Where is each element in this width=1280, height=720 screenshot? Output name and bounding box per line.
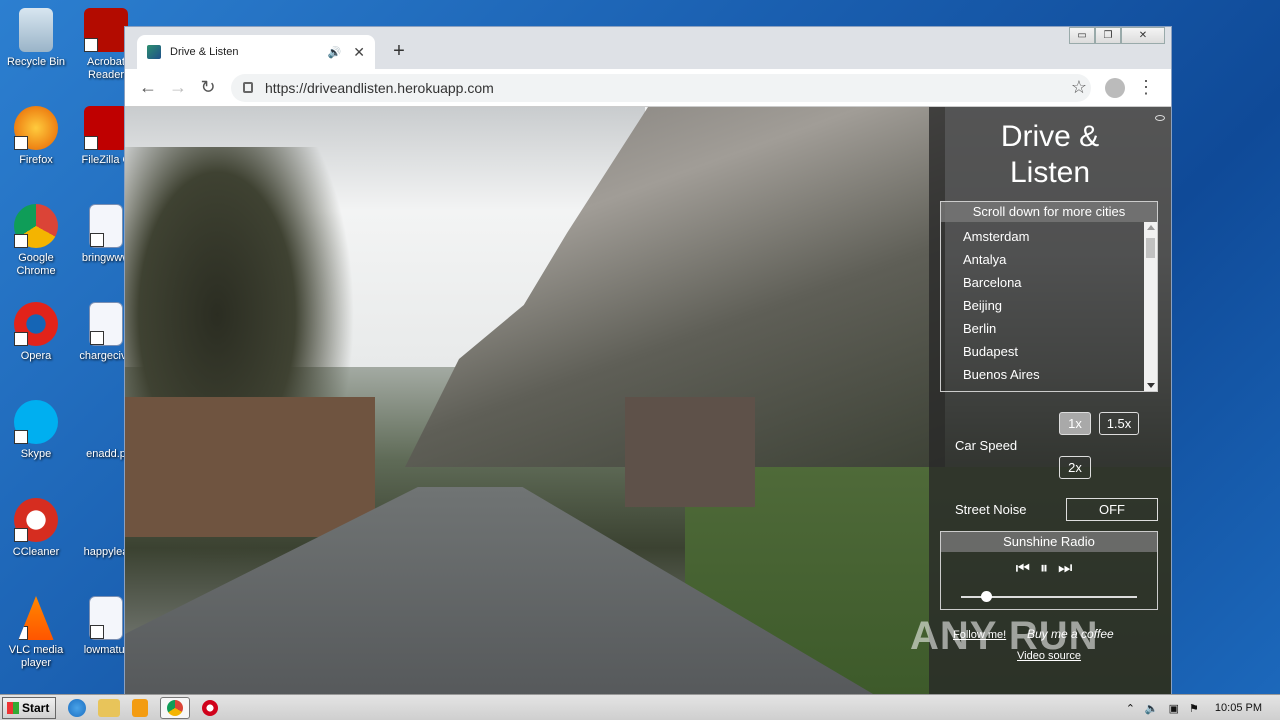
url-field[interactable]: https://driveandlisten.herokuapp.com xyxy=(231,73,1091,102)
desktop-icon-label: CCleaner xyxy=(12,546,60,558)
opera-icon xyxy=(14,302,58,346)
radio-controls: ⏮⏸⏭ xyxy=(941,560,1157,578)
system-tray: ⌃ 🔈 ▣ ⚑ 10:05 PM xyxy=(1126,695,1280,720)
action-center-flag-icon[interactable]: ⚑ xyxy=(1189,702,1199,715)
browser-window: Drive & Listen 🔊 ✕ + ▭ ❐ ✕ ← → ↻ https:/… xyxy=(124,26,1172,695)
desktop-icon-label: Recycle Bin xyxy=(6,56,66,68)
desktop-icon-ccleaner[interactable]: CCleaner xyxy=(0,498,72,559)
file-explorer-icon[interactable] xyxy=(98,698,120,717)
desktop-icon-label: Firefox xyxy=(19,154,53,166)
city-item[interactable]: Beijing xyxy=(963,294,1157,317)
minimize-button[interactable]: ▭ xyxy=(1069,27,1095,44)
chrome-icon xyxy=(14,204,58,248)
desktop-icon-label: Google Chrome xyxy=(16,252,56,277)
street-noise-toggle[interactable]: OFF xyxy=(1066,498,1158,521)
media-player-icon[interactable] xyxy=(132,698,148,717)
word-doc-icon xyxy=(89,596,123,640)
desktop-icon-recycle-bin[interactable]: Recycle Bin xyxy=(0,8,72,69)
city-list-scrollbar[interactable] xyxy=(1144,222,1157,391)
firefox-icon xyxy=(14,106,58,150)
speaker-icon[interactable]: 🔊 xyxy=(328,46,342,59)
new-tab-button[interactable]: + xyxy=(387,39,411,63)
opera-taskbar-icon[interactable] xyxy=(202,699,218,716)
chrome-icon xyxy=(167,699,183,716)
next-station-icon[interactable]: ⏭ xyxy=(1058,560,1082,577)
desktop-icon-firefox[interactable]: Firefox xyxy=(0,106,72,167)
file-icon xyxy=(84,498,128,542)
skype-icon xyxy=(14,400,58,444)
desktop-icon-label: VLC media player xyxy=(8,644,64,669)
chrome-taskbar-button[interactable] xyxy=(160,696,190,719)
city-list-header: Scroll down for more cities xyxy=(941,202,1157,222)
desktop-icon-opera[interactable]: Opera xyxy=(0,302,72,363)
city-item[interactable]: Antalya xyxy=(963,248,1157,271)
url-text: https://driveandlisten.herokuapp.com xyxy=(265,79,494,96)
forward-button[interactable]: → xyxy=(163,77,193,98)
recycle-bin-icon xyxy=(19,8,53,52)
street-video-view: Drive & Listen Scroll down for more citi… xyxy=(125,107,1171,695)
radio-player: Sunshine Radio ⏮⏸⏭ xyxy=(940,531,1158,610)
tab-close-icon[interactable]: ✕ xyxy=(353,44,365,61)
back-button[interactable]: ← xyxy=(133,77,163,98)
city-item[interactable]: Buenos Aires xyxy=(963,363,1157,386)
desktop-icon-vlc[interactable]: VLC media player xyxy=(0,596,72,670)
tab-bar: Drive & Listen 🔊 ✕ + ▭ ❐ ✕ xyxy=(125,27,1171,69)
tab-title: Drive & Listen xyxy=(170,46,239,58)
bookmark-star-icon[interactable]: ☆ xyxy=(1071,77,1087,98)
scroll-thumb[interactable] xyxy=(1146,238,1155,258)
word-doc-icon xyxy=(89,204,123,248)
scene-house xyxy=(125,397,375,537)
pause-icon[interactable]: ⏸ xyxy=(1040,560,1058,577)
desktop-icon-skype[interactable]: Skype xyxy=(0,400,72,461)
desktop-icon-chrome[interactable]: Google Chrome xyxy=(0,204,72,278)
taskbar: Start ⌃ 🔈 ▣ ⚑ 10:05 PM xyxy=(0,694,1280,720)
clock[interactable]: 10:05 PM xyxy=(1215,702,1262,714)
city-item[interactable]: Berlin xyxy=(963,317,1157,340)
maximize-button[interactable]: ❐ xyxy=(1095,27,1121,44)
start-label: Start xyxy=(22,700,50,715)
control-panel: Drive & Listen Scroll down for more citi… xyxy=(929,107,1171,695)
profile-avatar-icon[interactable] xyxy=(1105,78,1125,98)
previous-station-icon[interactable]: ⏮ xyxy=(1016,560,1040,577)
browser-menu-icon[interactable]: ⋮ xyxy=(1137,77,1155,98)
vlc-icon xyxy=(18,596,54,640)
window-controls: ▭ ❐ ✕ xyxy=(1069,27,1165,44)
internet-explorer-icon[interactable] xyxy=(68,698,86,717)
speed-1x-button[interactable]: 1x xyxy=(1059,412,1091,435)
reload-button[interactable]: ↻ xyxy=(193,77,223,98)
car-speed-label: Car Speed xyxy=(955,438,1018,453)
filezilla-icon xyxy=(84,106,128,150)
city-item[interactable]: Barcelona xyxy=(963,271,1157,294)
volume-icon[interactable]: 🔈 xyxy=(1145,702,1159,715)
lock-icon xyxy=(243,82,253,93)
speed-1-5x-button[interactable]: 1.5x xyxy=(1099,412,1139,435)
show-hidden-icons-icon[interactable]: ⌃ xyxy=(1126,702,1135,715)
scroll-up-icon[interactable] xyxy=(1147,225,1155,230)
site-favicon-icon xyxy=(147,45,161,59)
word-doc-icon xyxy=(89,302,123,346)
city-item[interactable]: Amsterdam xyxy=(963,225,1157,248)
city-item[interactable]: Budapest xyxy=(963,340,1157,363)
close-window-button[interactable]: ✕ xyxy=(1121,27,1165,44)
acrobat-icon xyxy=(84,8,128,52)
start-button[interactable]: Start xyxy=(2,696,56,719)
tab-drive-and-listen[interactable]: Drive & Listen 🔊 ✕ xyxy=(137,35,375,69)
scroll-down-icon[interactable] xyxy=(1147,383,1155,388)
city-list: Scroll down for more cities Amsterdam An… xyxy=(940,201,1158,392)
desktop-icon-label: Opera xyxy=(20,350,52,362)
anyrun-watermark: ANY RUN xyxy=(910,614,1099,658)
app-title: Drive & Listen xyxy=(1000,120,1100,189)
street-noise-label: Street Noise xyxy=(955,502,1027,517)
radio-station-name[interactable]: Sunshine Radio xyxy=(941,532,1157,552)
network-icon[interactable]: ▣ xyxy=(1169,702,1179,715)
windows-logo-icon xyxy=(7,701,19,714)
address-bar: ← → ↻ https://driveandlisten.herokuapp.c… xyxy=(125,69,1171,107)
scene-shed xyxy=(625,397,755,507)
desktop-icon-label: Skype xyxy=(20,448,52,460)
speed-2x-button[interactable]: 2x xyxy=(1059,456,1091,479)
file-icon xyxy=(84,400,128,444)
ccleaner-icon xyxy=(14,498,58,542)
volume-slider-knob[interactable] xyxy=(980,591,992,602)
